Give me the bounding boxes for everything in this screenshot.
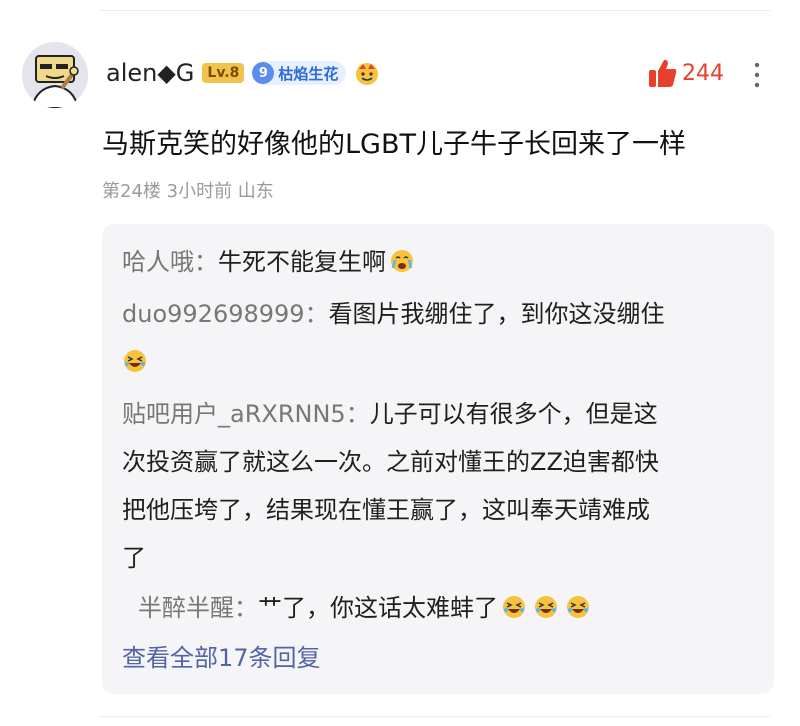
reply-separator: ： [194,248,218,276]
avatar[interactable] [22,42,88,108]
fan-badge-name: 枯焰生花 [278,64,339,83]
reply-text: 牛死不能复生啊 [218,248,386,276]
view-all-replies-link[interactable]: 查看全部17条回复 [122,634,321,682]
bottom-divider [100,716,770,717]
reply-separator: ： [304,300,329,328]
reply-box: 哈人哦：牛死不能复生啊 duo992698999：看图片我绷住了，到你这没绷住 … [102,224,774,694]
emoji-badge-icon [356,63,379,85]
reply-separator: ： [345,400,370,428]
reply-item[interactable]: duo992698999：看图片我绷住了，到你这没绷住 [122,290,762,386]
crying-emoji-icon [391,250,413,272]
reply-author[interactable]: 哈人哦 [122,248,194,276]
more-icon[interactable] [752,60,762,90]
fan-level-icon: 9 [252,62,275,84]
top-divider [100,10,770,11]
reply-author[interactable]: duo992698999 [122,300,305,328]
reply-author[interactable]: 半醉半醒 [138,594,234,622]
reply-item[interactable]: 贴吧用户_aRXRNN5：儿子可以有很多个，但是这 次投资赢了就这么一次。之前对… [122,390,762,582]
reply-text-line: 次投资赢了就这么一次。之前对懂王的ZZ迫害都快 [122,448,659,476]
like-count: 244 [682,60,724,86]
reply-text-line: 把他压垮了，结果现在懂王赢了，这叫奉天靖难成 [122,496,650,524]
reply-text: 艹了，你这话太难蚌了 [258,594,498,622]
like-button[interactable]: 244 [648,57,724,89]
reply-separator: ： [234,594,258,622]
level-badge: Lv.8 [202,63,245,83]
comment-text: 马斯克笑的好像他的LGBT儿子牛子长回来了一样 [102,129,686,160]
comment-meta: 第24楼 3小时前 山东 [102,181,274,202]
reply-item[interactable]: 半醉半醒：艹了，你这话太难蚌了 [138,584,778,632]
reply-text: 看图片我绷住了，到你这没绷住 [328,300,665,328]
laughing-emoji-icon [535,596,557,618]
reply-text-line: 儿子可以有很多个，但是这 [369,400,658,428]
reply-item[interactable]: 哈人哦：牛死不能复生啊 [122,238,762,286]
thumbs-up-icon [649,59,677,87]
fan-badge[interactable]: 9 枯焰生花 [252,61,347,85]
reply-text-line: 了 [122,544,146,572]
laughing-emoji-icon [503,596,525,618]
user-info-row: alen◆G Lv.8 9 枯焰生花 [106,56,380,90]
laughing-emoji-icon [124,350,146,372]
reply-author[interactable]: 贴吧用户_aRXRNN5 [122,400,346,428]
username[interactable]: alen◆G [106,59,194,87]
laughing-emoji-icon [567,596,589,618]
